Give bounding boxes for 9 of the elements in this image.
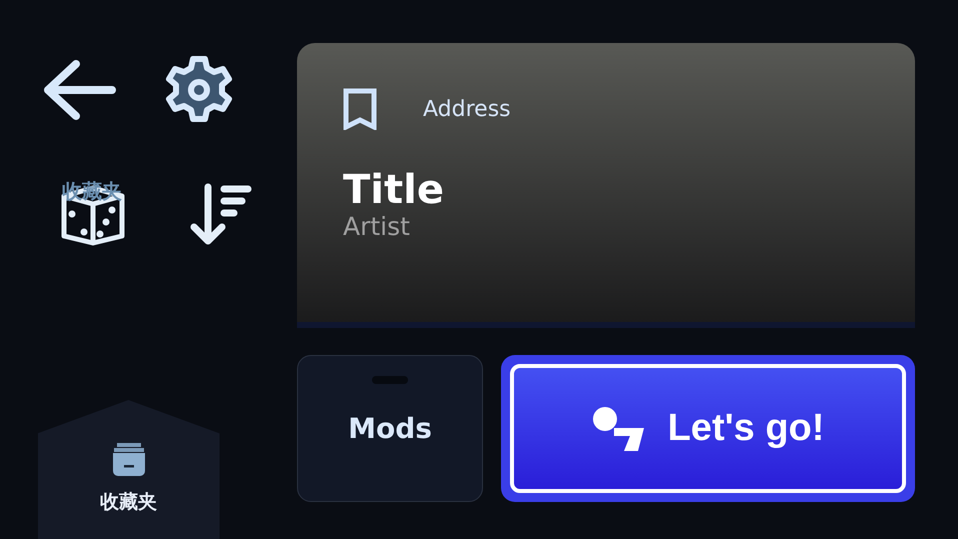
logo-icon bbox=[592, 406, 646, 452]
play-button[interactable]: Let's go! bbox=[501, 355, 915, 502]
address-text: Address bbox=[423, 96, 511, 122]
favorites-tab[interactable]: 收藏夹 bbox=[38, 400, 220, 539]
artist-name: Artist bbox=[343, 212, 411, 241]
mods-button[interactable]: Mods bbox=[297, 355, 483, 502]
bookmark-icon[interactable] bbox=[343, 88, 377, 130]
song-title: Title bbox=[343, 168, 445, 212]
favorites-label: 收藏夹 bbox=[62, 178, 122, 205]
